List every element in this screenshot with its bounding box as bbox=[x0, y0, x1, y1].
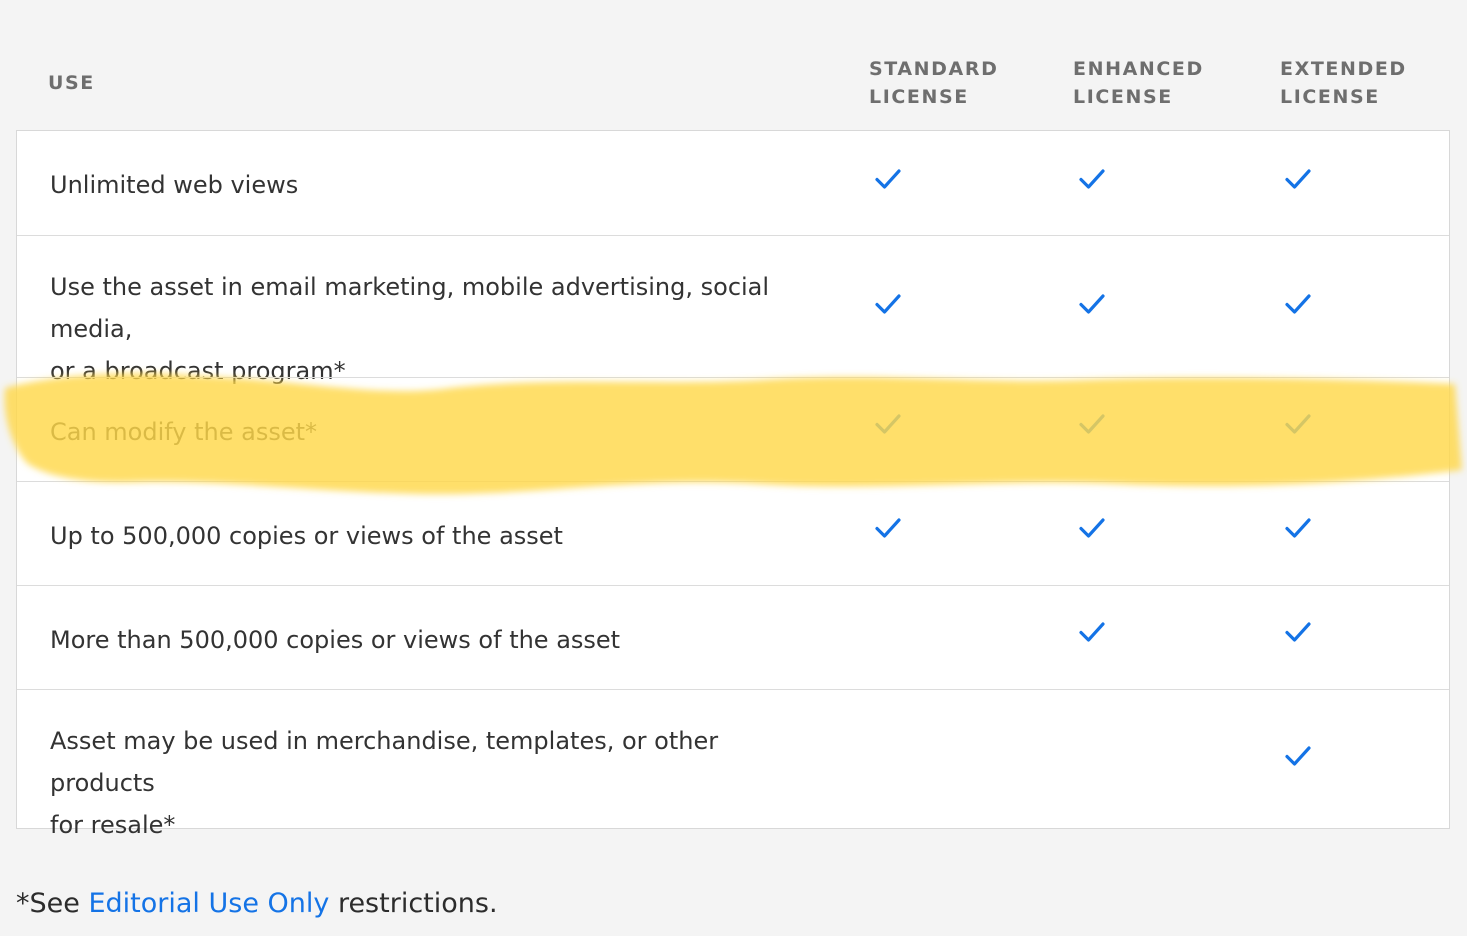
checkmark-icon bbox=[873, 164, 903, 194]
column-header-enhanced-license: ENHANCED LICENSE bbox=[1073, 58, 1204, 108]
editorial-use-only-link[interactable]: Editorial Use Only bbox=[88, 888, 329, 919]
checkmark-icon bbox=[1283, 513, 1313, 543]
column-header-extended-license: EXTENDED LICENSE bbox=[1280, 58, 1407, 108]
checkmark-icon bbox=[1283, 617, 1313, 647]
license-comparison-table: Unlimited web views Use the asset in ema… bbox=[16, 130, 1450, 839]
checkmark-icon bbox=[1077, 617, 1107, 647]
checkmark-icon bbox=[1077, 164, 1107, 194]
row-label: More than 500,000 copies or views of the… bbox=[50, 626, 621, 654]
table-row-email-marketing: Use the asset in email marketing, mobile… bbox=[17, 235, 1449, 385]
row-label: Use the asset in email marketing, mobile… bbox=[50, 273, 770, 385]
footnote-prefix: *See bbox=[16, 888, 89, 919]
table-row-merchandise-resale: Asset may be used in merchandise, templa… bbox=[17, 689, 1449, 839]
license-table-header: USE STANDARD LICENSE ENHANCED LICENSE EX… bbox=[0, 0, 1467, 130]
footnote-suffix: restrictions. bbox=[329, 888, 498, 919]
column-header-standard-license: STANDARD LICENSE bbox=[869, 58, 999, 108]
checkmark-icon bbox=[1077, 409, 1107, 439]
table-row-more-than-500000: More than 500,000 copies or views of the… bbox=[17, 585, 1449, 689]
checkmark-icon bbox=[1077, 289, 1107, 319]
row-label: Can modify the asset* bbox=[50, 418, 318, 446]
table-row-can-modify: Can modify the asset* bbox=[17, 377, 1449, 481]
row-label: Up to 500,000 copies or views of the ass… bbox=[50, 522, 563, 550]
checkmark-icon bbox=[1077, 513, 1107, 543]
row-label: Unlimited web views bbox=[50, 171, 299, 199]
checkmark-icon bbox=[1283, 164, 1313, 194]
checkmark-icon bbox=[1283, 409, 1313, 439]
row-label: Asset may be used in merchandise, templa… bbox=[50, 727, 719, 839]
footnote: *See Editorial Use Only restrictions. bbox=[16, 882, 498, 926]
checkmark-icon bbox=[1283, 289, 1313, 319]
checkmark-icon bbox=[873, 513, 903, 543]
checkmark-icon bbox=[873, 409, 903, 439]
checkmark-icon bbox=[1283, 741, 1313, 771]
checkmark-icon bbox=[873, 289, 903, 319]
table-row-unlimited-web-views: Unlimited web views bbox=[17, 131, 1449, 235]
column-header-use: USE bbox=[48, 72, 95, 94]
table-row-up-to-500000: Up to 500,000 copies or views of the ass… bbox=[17, 481, 1449, 585]
